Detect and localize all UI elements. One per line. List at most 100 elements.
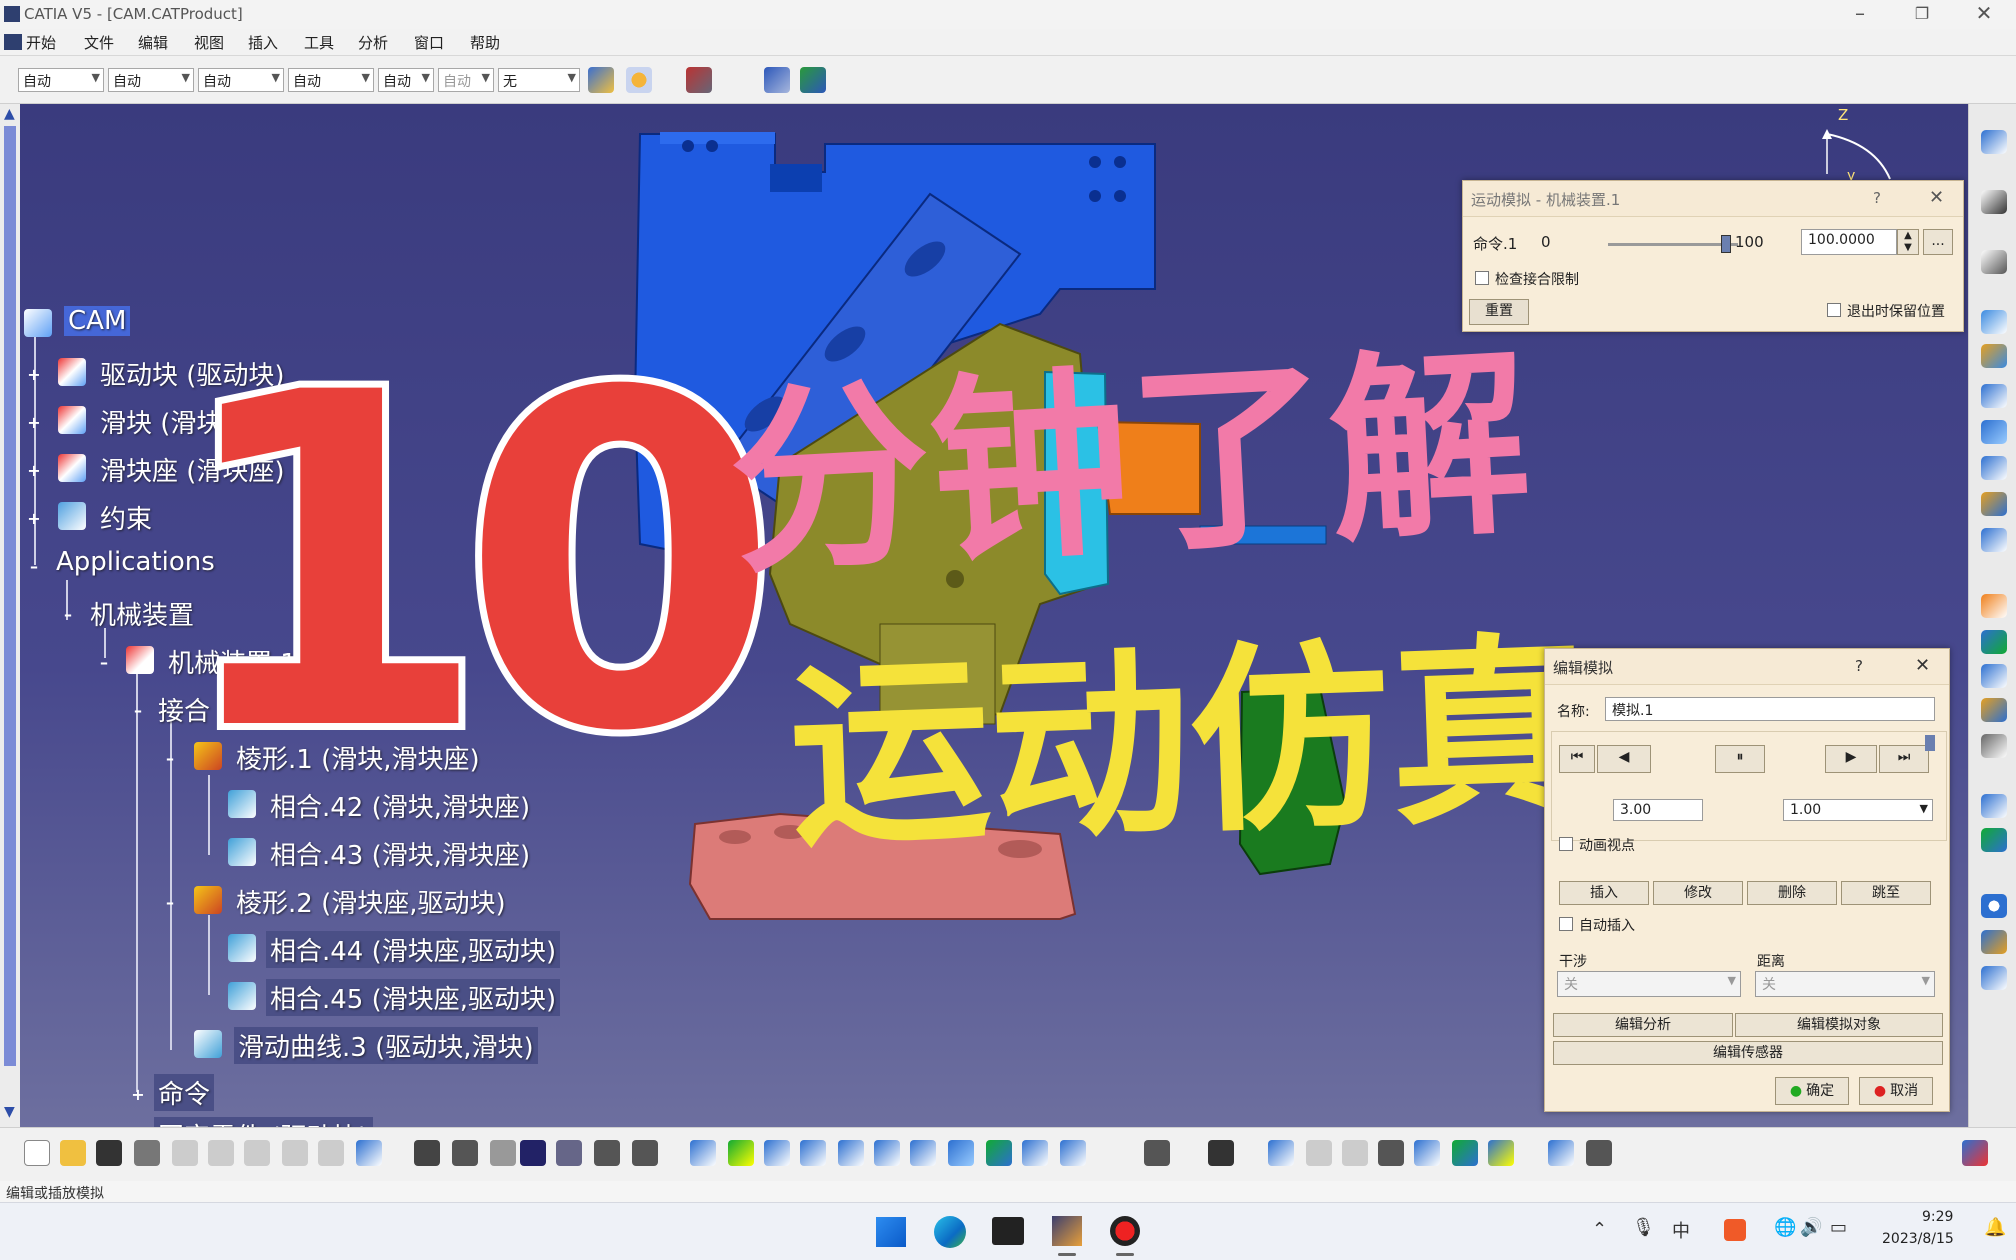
distance-icon[interactable] xyxy=(1981,828,2007,852)
collapse-icon[interactable]: – xyxy=(96,655,112,671)
swap-space-icon[interactable] xyxy=(1060,1140,1086,1166)
dmu-icon[interactable] xyxy=(1981,310,2007,334)
next-icon[interactable] xyxy=(1342,1140,1368,1166)
edit-sim-objects-button[interactable]: 编辑模拟对象 xyxy=(1735,1013,1943,1037)
tree-item-coincidence-44[interactable]: 相合.44 (滑块座,驱动块) xyxy=(266,931,561,968)
app-tray-icon[interactable] xyxy=(1724,1219,1746,1241)
speed-icon[interactable] xyxy=(1981,930,2007,954)
search-icon[interactable] xyxy=(1378,1140,1404,1166)
edit-sensors-button[interactable]: 编辑传感器 xyxy=(1553,1041,1943,1065)
play-forward-button[interactable]: ▶ xyxy=(1825,745,1877,773)
compass-icon[interactable] xyxy=(1268,1140,1294,1166)
clock-date[interactable]: 2023/8/15 xyxy=(1882,1231,1954,1247)
catia-taskbar-icon[interactable] xyxy=(1052,1216,1082,1246)
shading-icon[interactable] xyxy=(986,1140,1012,1166)
law-icon[interactable] xyxy=(1981,894,2007,918)
check-icon[interactable] xyxy=(556,1140,582,1166)
play-back-button[interactable]: ◀ xyxy=(1597,745,1651,773)
hide-show-icon[interactable] xyxy=(1022,1140,1048,1166)
capture-icon[interactable] xyxy=(1208,1140,1234,1166)
pan-icon[interactable] xyxy=(764,1140,790,1166)
check-limits-checkbox[interactable] xyxy=(1475,271,1489,285)
new-icon[interactable] xyxy=(24,1140,50,1166)
trace-icon[interactable] xyxy=(1981,966,2007,990)
microphone-icon[interactable]: 🎙 xyxy=(1632,1217,1655,1238)
battery-icon[interactable]: ▭ xyxy=(1830,1217,1847,1238)
whats-this-icon[interactable] xyxy=(356,1140,382,1166)
paste-icon[interactable] xyxy=(244,1140,270,1166)
lock-icon[interactable] xyxy=(594,1140,620,1166)
modify-button[interactable]: 修改 xyxy=(1653,881,1743,905)
step-value-field[interactable]: 3.00 xyxy=(1613,799,1703,821)
zoom-in-icon[interactable] xyxy=(838,1140,864,1166)
expand-icon[interactable]: + xyxy=(26,511,42,527)
skip-forward-button[interactable]: ⏭ xyxy=(1879,745,1929,773)
tree-item-coincidence-43[interactable]: 相合.43 (滑块,滑块座) xyxy=(270,835,530,872)
auto-insert-checkbox[interactable] xyxy=(1559,917,1573,931)
simulate-icon[interactable] xyxy=(1981,594,2007,618)
catalog-icon[interactable] xyxy=(1548,1140,1574,1166)
edit-simulation-icon[interactable] xyxy=(1981,698,2007,722)
tree-root-cam[interactable]: CAM xyxy=(64,306,131,336)
command-value-field[interactable]: 100.0000 xyxy=(1801,229,1897,255)
fit-all-icon[interactable] xyxy=(728,1140,754,1166)
sensor-icon[interactable] xyxy=(1981,630,2007,654)
tree-item-coincidence-45[interactable]: 相合.45 (滑块座,驱动块) xyxy=(266,979,561,1016)
start-menu-icon[interactable] xyxy=(876,1217,906,1247)
measure-icon[interactable] xyxy=(1144,1140,1170,1166)
expand-icon[interactable]: + xyxy=(26,415,42,431)
catia-tool-icon[interactable] xyxy=(1981,130,2007,154)
expand-icon[interactable]: + xyxy=(26,463,42,479)
tree-item-prismatic-2[interactable]: 棱形.2 (滑块座,驱动块) xyxy=(236,883,506,920)
step-size-combo[interactable]: 1.00 ▼ xyxy=(1783,799,1933,821)
delete-button[interactable]: 删除 xyxy=(1747,881,1837,905)
recorder-icon[interactable] xyxy=(1110,1216,1140,1246)
previous-icon[interactable] xyxy=(1306,1140,1332,1166)
open-icon[interactable] xyxy=(60,1140,86,1166)
zoom-out-icon[interactable] xyxy=(874,1140,900,1166)
jump-to-button[interactable]: 跳至 xyxy=(1841,881,1931,905)
clash-icon[interactable] xyxy=(1981,794,2007,818)
simulation-icon[interactable] xyxy=(1981,344,2007,368)
close-button[interactable]: ✕ xyxy=(1954,0,2014,29)
replay-icon[interactable] xyxy=(1981,664,2007,688)
multi-view-icon[interactable] xyxy=(1414,1140,1440,1166)
spin-button[interactable]: ▲ ▼ xyxy=(1897,229,1919,255)
close-icon[interactable]: ✕ xyxy=(1915,655,1930,676)
expand-icon[interactable]: + xyxy=(130,1087,146,1103)
insert-button[interactable]: 插入 xyxy=(1559,881,1649,905)
save-icon[interactable] xyxy=(96,1140,122,1166)
fly-mode-icon[interactable] xyxy=(764,67,790,93)
maximize-button[interactable]: ❐ xyxy=(1892,0,1952,29)
mechanism-icon[interactable] xyxy=(1981,420,2007,444)
network-icon[interactable]: 🌐 xyxy=(1774,1217,1796,1238)
undo-icon[interactable] xyxy=(282,1140,308,1166)
pause-button[interactable]: ⏸ xyxy=(1715,745,1765,773)
name-field[interactable]: 模拟.1 xyxy=(1605,697,1935,721)
fly-icon[interactable] xyxy=(690,1140,716,1166)
collapse-icon[interactable]: – xyxy=(26,559,42,575)
ime-icon[interactable]: 中 xyxy=(1672,1217,1690,1243)
collapse-icon[interactable]: – xyxy=(60,607,76,623)
tools-icon[interactable] xyxy=(1981,734,2007,758)
gear-icon[interactable] xyxy=(1981,456,2007,480)
tray-chevron-icon[interactable]: ⌃ xyxy=(1592,1219,1607,1240)
parameter-icon[interactable] xyxy=(490,1140,516,1166)
normal-view-icon[interactable] xyxy=(910,1140,936,1166)
expand-icon[interactable]: + xyxy=(26,367,42,383)
help-button[interactable]: ? xyxy=(1855,657,1863,675)
reset-button[interactable]: 重置 xyxy=(1469,299,1529,325)
fixed-part-icon[interactable] xyxy=(1981,492,2007,516)
render-icon[interactable] xyxy=(1452,1140,1478,1166)
edge-browser-icon[interactable] xyxy=(934,1216,966,1248)
tool-icon[interactable] xyxy=(632,1140,658,1166)
export-icon[interactable] xyxy=(1586,1140,1612,1166)
command-slider[interactable] xyxy=(1608,243,1738,246)
collapse-icon[interactable]: – xyxy=(130,703,146,719)
edit-analysis-button[interactable]: 编辑分析 xyxy=(1553,1013,1733,1037)
cancel-button[interactable]: ● 取消 xyxy=(1859,1077,1933,1105)
skip-back-button[interactable]: ⏮ xyxy=(1559,745,1595,773)
minimize-button[interactable]: – xyxy=(1830,0,1890,29)
cut-icon[interactable] xyxy=(172,1140,198,1166)
keep-position-checkbox[interactable] xyxy=(1827,303,1841,317)
